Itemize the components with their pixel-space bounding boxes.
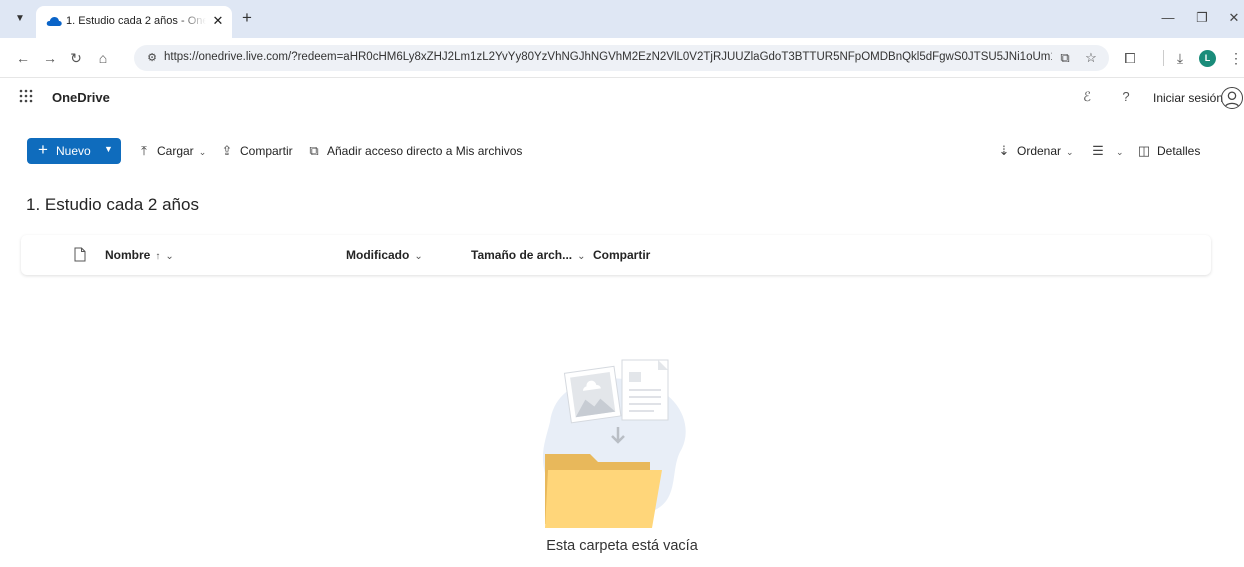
chevron-down-icon: ⌄ [165,251,174,262]
plus-icon: + [38,140,48,159]
browser-tab[interactable]: 1. Estudio cada 2 años - OneDrive ✕ [36,6,232,38]
view-options-button[interactable]: ☰ ⌄ [1090,143,1124,161]
sort-icon: ⇣ [998,143,1010,158]
onedrive-cloud-icon [46,17,62,26]
chevron-down-icon: ⌄ [1066,147,1074,157]
sort-ascending-icon: ↑ [155,251,161,262]
page-title: 1. Estudio cada 2 años [26,195,199,214]
column-modified-label: Modificado [346,248,410,262]
add-shortcut-button[interactable]: ⧉ Añadir acceso directo a Mis archivos [306,143,522,161]
minimize-icon[interactable]: — [1160,10,1176,26]
share-label: Compartir [240,144,293,158]
share-icon: ⇪ [221,143,233,158]
upload-button[interactable]: ⤒ Cargar ⌄ [136,143,206,161]
details-label: Detalles [1157,144,1201,158]
column-size-label: Tamaño de arch... [471,248,573,262]
extensions-icon[interactable]: ⧠ [1122,50,1138,66]
chevron-down-icon: ⌄ [1116,147,1124,157]
profile-avatar[interactable]: L [1199,50,1216,67]
tab-search-chevron-icon[interactable]: ▼ [12,11,28,27]
browser-toolbar: ← → ↻ ⌂ ⚙ https://onedrive.live.com/?red… [0,38,1244,78]
new-tab-button[interactable]: + [238,9,256,27]
url-text[interactable]: https://onedrive.live.com/?redeem=aHR0cH… [164,51,1052,63]
sort-label: Ordenar [1017,144,1062,158]
new-button[interactable]: + Nuevo ▼ [27,138,121,164]
people-icon[interactable]: ℰ [1079,89,1095,105]
chevron-down-icon: ⌄ [577,251,586,262]
chevron-down-icon: ⌄ [414,251,423,262]
list-view-icon: ☰ [1092,143,1104,158]
browser-menu-icon[interactable]: ⋮ [1228,50,1244,66]
add-shortcut-label: Añadir acceso directo a Mis archivos [327,144,523,158]
share-button[interactable]: ⇪ Compartir [219,143,293,161]
file-list-header: Nombre ↑ ⌄ Modificado ⌄ Tamaño de arch... ⌄ … [21,235,1211,275]
window-close-icon[interactable]: ✕ [1226,10,1242,26]
column-header-name[interactable]: Nombre ↑ ⌄ [105,248,174,262]
new-button-label: Nuevo [56,144,91,158]
reload-icon[interactable]: ↻ [68,50,84,66]
help-icon[interactable]: ? [1118,89,1134,105]
column-name-label: Nombre [105,248,151,262]
address-bar[interactable]: ⚙ https://onedrive.live.com/?redeem=aHR0… [134,45,1109,71]
column-sharing-label: Compartir [593,248,651,262]
command-bar: + Nuevo ▼ ⤒ Cargar ⌄ ⇪ Compartir ⧉ Añadir ac… [0,130,1244,170]
app-launcher-icon[interactable] [19,89,33,103]
sort-button[interactable]: ⇣ Ordenar ⌄ [996,143,1074,161]
empty-folder-message: Esta carpeta está vacía [546,538,698,554]
upload-label: Cargar [157,144,194,158]
bookmark-star-icon[interactable]: ☆ [1083,50,1099,66]
restore-icon[interactable]: ❐ [1194,10,1210,26]
details-pane-icon: ◫ [1137,143,1151,158]
account-avatar-icon[interactable] [1221,87,1243,109]
column-header-sharing[interactable]: Compartir [593,248,650,262]
tab-title: 1. Estudio cada 2 años - OneDrive [66,15,206,27]
column-header-size[interactable]: Tamaño de arch... ⌄ [471,248,586,262]
signin-link[interactable]: Iniciar sesión [1153,91,1223,105]
app-header: OneDrive ℰ ? Iniciar sesión [0,78,1244,118]
column-header-modified[interactable]: Modificado ⌄ [346,248,423,262]
home-icon[interactable]: ⌂ [95,50,111,66]
forward-arrow-icon[interactable]: → [42,50,58,66]
install-app-icon[interactable]: ⧉ [1057,50,1073,66]
back-arrow-icon[interactable]: ← [15,50,31,66]
toolbar-divider [1163,50,1164,66]
site-info-icon[interactable]: ⚙ [144,50,160,66]
chevron-down-icon: ⌄ [198,147,207,157]
file-type-icon[interactable] [74,247,86,262]
details-button[interactable]: ◫ Detalles [1136,143,1201,161]
tab-close-icon[interactable]: ✕ [211,14,225,28]
download-icon[interactable]: ⤓ [1172,50,1188,66]
empty-folder-illustration [542,359,686,528]
shortcut-icon: ⧉ [309,143,319,158]
app-name[interactable]: OneDrive [52,90,110,105]
browser-tab-bar: ▼ 1. Estudio cada 2 años - OneDrive ✕ + … [0,0,1244,38]
upload-icon: ⤒ [141,143,147,158]
chevron-down-icon: ▼ [104,144,113,154]
